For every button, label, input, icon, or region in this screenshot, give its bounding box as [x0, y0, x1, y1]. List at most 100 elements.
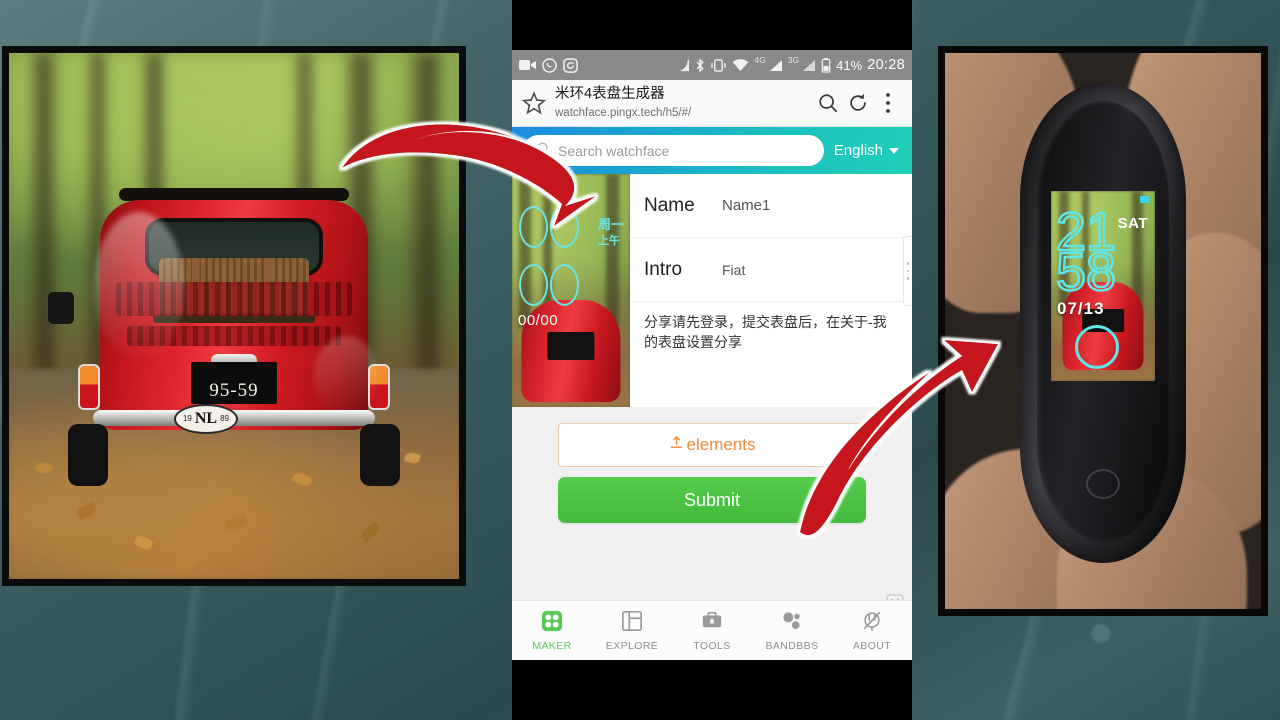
- wheel-left: [68, 423, 108, 486]
- whatsapp-icon: [542, 57, 557, 73]
- app-content: 周一 上午 00/00 Name Name1 Intro Fiat 分享请先登录…: [512, 174, 912, 660]
- fiat-photo: 95-59 19 NL 89: [9, 53, 459, 579]
- search-icon[interactable]: [813, 88, 843, 118]
- add-elements-label: elements: [686, 435, 756, 454]
- country-badge: 19 NL 89: [174, 403, 238, 434]
- browser-url-bar: 米环4表盘生成器 watchface.pingx.tech/h5/#/: [512, 80, 912, 127]
- right-photo-panel: 21 58 SAT 07/13: [938, 46, 1268, 616]
- screenshot-canvas: 95-59 19 NL 89 21 58 SAT 07/13 4G 3G 41%…: [0, 0, 1280, 720]
- share-note: 分享请先登录，提交表盘后，在关于-我的表盘设置分享: [644, 314, 887, 351]
- band-home-button[interactable]: [1086, 469, 1120, 499]
- name-label: Name: [644, 194, 695, 216]
- battery-icon: [821, 57, 831, 73]
- tree-trunk: [405, 53, 446, 380]
- search-input[interactable]: Search watchface: [523, 135, 824, 166]
- name-field-row[interactable]: Name Name1: [630, 174, 912, 238]
- license-plate: 95-59: [191, 361, 277, 404]
- tab-maker[interactable]: MAKER: [512, 601, 592, 660]
- upload-icon: [669, 435, 684, 455]
- body-highlight: [314, 335, 378, 416]
- badge-year-left: 19: [182, 414, 192, 424]
- video-camera-icon: [519, 59, 536, 71]
- phone-screen: 4G 3G 41% 20:28 米环4表盘生成器 watchface.pingx…: [512, 50, 912, 660]
- bandbbs-icon: [781, 610, 803, 637]
- signal-3g-icon: [802, 59, 816, 72]
- page-url: watchface.pingx.tech/h5/#/: [555, 107, 692, 119]
- battery-percent: 41%: [836, 57, 863, 73]
- left-photo-panel: 95-59 19 NL 89: [2, 46, 466, 586]
- drag-handle-icon[interactable]: [903, 236, 912, 306]
- badge-country-code: NL: [194, 409, 218, 427]
- clock: 20:28: [867, 57, 905, 73]
- language-label: English: [833, 142, 883, 159]
- maker-icon: [541, 610, 563, 637]
- bookmark-star-icon[interactable]: [521, 90, 547, 116]
- tree-trunk: [27, 53, 59, 380]
- cast-icon: [675, 59, 690, 72]
- name-value[interactable]: Name1: [722, 197, 770, 214]
- submit-label: Submit: [683, 489, 741, 510]
- tab-bandbbs-label: BANDBBS: [765, 639, 819, 652]
- band-display: 21 58 SAT 07/13: [1051, 191, 1155, 381]
- reload-icon[interactable]: [843, 88, 873, 118]
- body-highlight: [94, 211, 184, 362]
- tail-light-left: [78, 363, 100, 410]
- overflow-menu-icon[interactable]: [873, 88, 903, 118]
- battery-indicator-icon: [1140, 196, 1149, 203]
- add-elements-button[interactable]: elements: [558, 423, 866, 467]
- language-selector[interactable]: English: [834, 142, 901, 159]
- side-mirror: [48, 291, 74, 324]
- url-text-block[interactable]: 米环4表盘生成器 watchface.pingx.tech/h5/#/: [555, 85, 813, 121]
- tab-tools-label: TOOLS: [693, 639, 731, 652]
- tab-explore[interactable]: EXPLORE: [592, 601, 672, 660]
- tab-explore-label: EXPLORE: [605, 639, 659, 652]
- preview-minute-digit-1[interactable]: [519, 264, 548, 306]
- intro-field-row[interactable]: Intro Fiat: [630, 238, 912, 302]
- preview-hour-digit-1[interactable]: [519, 206, 548, 248]
- license-plate-number: 95-59: [209, 379, 259, 401]
- preview-date[interactable]: 00/00: [518, 312, 558, 329]
- watchface-weekday: SAT: [1117, 215, 1148, 232]
- watchface-step-ring: [1075, 325, 1119, 369]
- tab-bandbbs[interactable]: BANDBBS: [752, 601, 832, 660]
- tab-tools[interactable]: TOOLS: [672, 601, 752, 660]
- app-search-header: Search watchface English: [512, 127, 912, 174]
- mi-band-4-device: 21 58 SAT 07/13: [1020, 83, 1186, 563]
- wifi-icon: [732, 58, 749, 72]
- bottom-tab-bar: MAKER EXPLORE TOOLS BANDBBS ABOUT: [512, 600, 912, 660]
- watchface-minute: 58: [1055, 242, 1118, 302]
- fiat-500-car: 95-59 19 NL 89: [48, 186, 404, 516]
- signal-4g-icon: [769, 59, 783, 72]
- tab-about-label: ABOUT: [852, 639, 892, 652]
- toolbox-icon: [701, 610, 723, 637]
- tab-maker-label: MAKER: [532, 639, 572, 652]
- intro-value[interactable]: Fiat: [722, 262, 745, 278]
- watchface-preview-thumbnail[interactable]: 周一 上午 00/00: [512, 174, 630, 407]
- search-icon: [536, 141, 551, 161]
- preview-minute-digit-2[interactable]: [550, 264, 579, 306]
- bluetooth-icon: [695, 57, 705, 73]
- preview-ampm[interactable]: 上午: [598, 232, 620, 248]
- chevron-down-icon: [889, 147, 899, 154]
- screen-record-icon: [563, 57, 578, 73]
- mini-trunk: [606, 174, 620, 328]
- android-status-bar: 4G 3G 41% 20:28: [512, 50, 912, 80]
- submit-button[interactable]: Submit: [558, 477, 866, 523]
- page-title: 米环4表盘生成器: [555, 86, 665, 103]
- vibrate-icon: [710, 58, 727, 72]
- wheel-right: [360, 423, 400, 486]
- preview-weekday[interactable]: 周一: [598, 214, 624, 233]
- phone-device: 4G 3G 41% 20:28 米环4表盘生成器 watchface.pingx…: [512, 0, 912, 720]
- watchface-date: 07/13: [1057, 299, 1105, 318]
- plug-icon: [861, 610, 883, 637]
- mi-band-photo: 21 58 SAT 07/13: [945, 53, 1261, 609]
- search-placeholder: Search watchface: [558, 142, 670, 159]
- intro-label: Intro: [644, 258, 683, 280]
- watchface-fields: Name Name1 Intro Fiat 分享请先登录，提交表盘后，在关于-我…: [630, 174, 912, 407]
- form-actions: elements Submit: [512, 407, 912, 523]
- explore-icon: [621, 610, 643, 637]
- network-3g-label: 3G: [787, 55, 800, 65]
- preview-hour-digit-2[interactable]: [550, 206, 579, 248]
- tab-about[interactable]: ABOUT: [832, 601, 912, 660]
- badge-year-right: 89: [220, 414, 230, 424]
